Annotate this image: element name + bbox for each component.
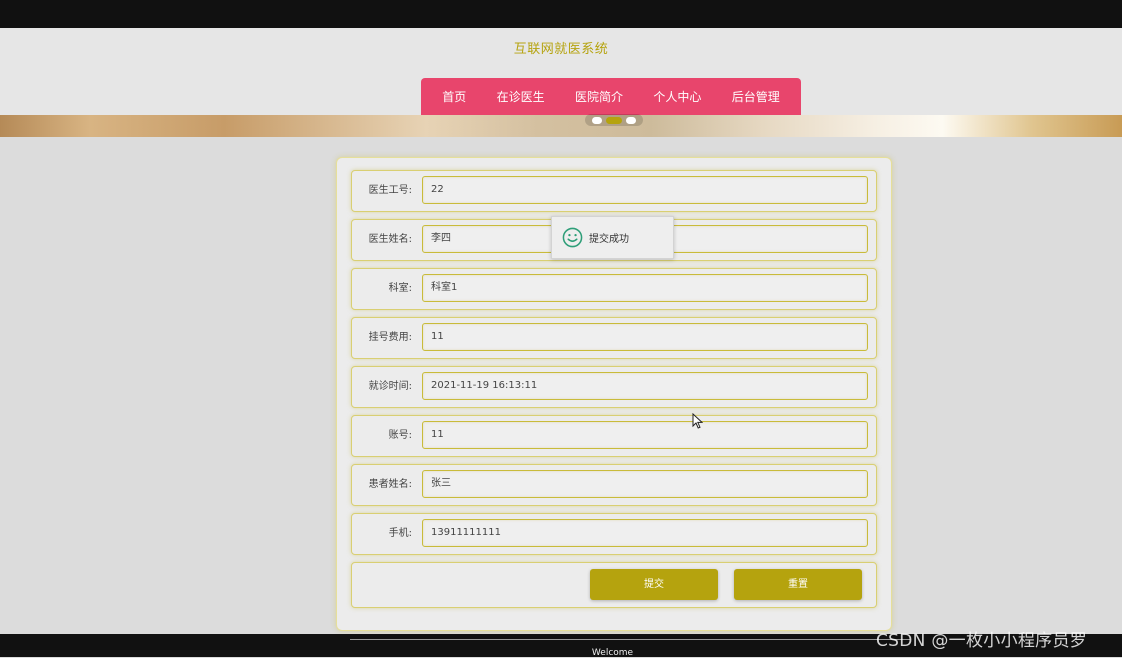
visit-time-input[interactable]: 2021-11-19 16:13:11 <box>422 372 868 400</box>
phone-input[interactable]: 13911111111 <box>422 519 868 547</box>
smile-icon <box>562 227 583 248</box>
nav-item-home[interactable]: 首页 <box>442 88 466 105</box>
site-title: 互联网就医系统 <box>513 42 609 57</box>
field-row-registration-fee: 挂号费用: 11 <box>351 317 877 359</box>
field-label: 科室: <box>388 283 412 294</box>
site-header: 互联网就医系统 首页 在诊医生 医院简介 个人中心 后台管理 <box>0 28 1122 115</box>
mouse-cursor-icon <box>692 413 703 429</box>
footer-divider <box>350 639 910 640</box>
field-row-visit-time: 就诊时间: 2021-11-19 16:13:11 <box>351 366 877 408</box>
nav-item-doctors[interactable]: 在诊医生 <box>497 88 545 105</box>
reset-button[interactable]: 重置 <box>734 569 862 600</box>
field-row-account: 账号: 11 <box>351 415 877 457</box>
nav-item-hospital-intro[interactable]: 医院简介 <box>575 88 623 105</box>
carousel-indicator <box>585 114 643 126</box>
doctor-id-input[interactable]: 22 <box>422 176 868 204</box>
department-input[interactable]: 科室1 <box>422 274 868 302</box>
field-row-department: 科室: 科室1 <box>351 268 877 310</box>
field-row-doctor-id: 医生工号: 22 <box>351 170 877 212</box>
field-label: 医生姓名: <box>368 234 412 245</box>
patient-name-input[interactable]: 张三 <box>422 470 868 498</box>
carousel-dot[interactable] <box>626 116 636 124</box>
field-row-phone: 手机: 13911111111 <box>351 513 877 555</box>
nav-item-personal-center[interactable]: 个人中心 <box>653 88 701 105</box>
field-label: 就诊时间: <box>368 381 412 392</box>
registration-fee-input[interactable]: 11 <box>422 323 868 351</box>
account-input[interactable]: 11 <box>422 421 868 449</box>
toast-message: 提交成功 <box>589 234 629 245</box>
field-label: 账号: <box>388 430 412 441</box>
field-label: 手机: <box>388 528 412 539</box>
main-nav: 首页 在诊医生 医院简介 个人中心 后台管理 <box>421 78 801 115</box>
field-row-patient-name: 患者姓名: 张三 <box>351 464 877 506</box>
field-label: 医生工号: <box>368 185 412 196</box>
field-label: 挂号费用: <box>368 332 412 343</box>
top-black-bar <box>0 0 1122 28</box>
submit-button[interactable]: 提交 <box>590 569 718 600</box>
form-actions: 提交 重置 <box>351 562 877 608</box>
csdn-watermark: CSDN @一枚小小程序员罗 <box>876 631 1088 651</box>
field-label: 患者姓名: <box>368 479 412 490</box>
banner-image <box>0 115 1122 137</box>
carousel-dot[interactable] <box>592 116 602 124</box>
carousel-dot-active[interactable] <box>606 116 622 124</box>
nav-item-admin[interactable]: 后台管理 <box>732 88 780 105</box>
success-toast: 提交成功 <box>551 216 674 259</box>
